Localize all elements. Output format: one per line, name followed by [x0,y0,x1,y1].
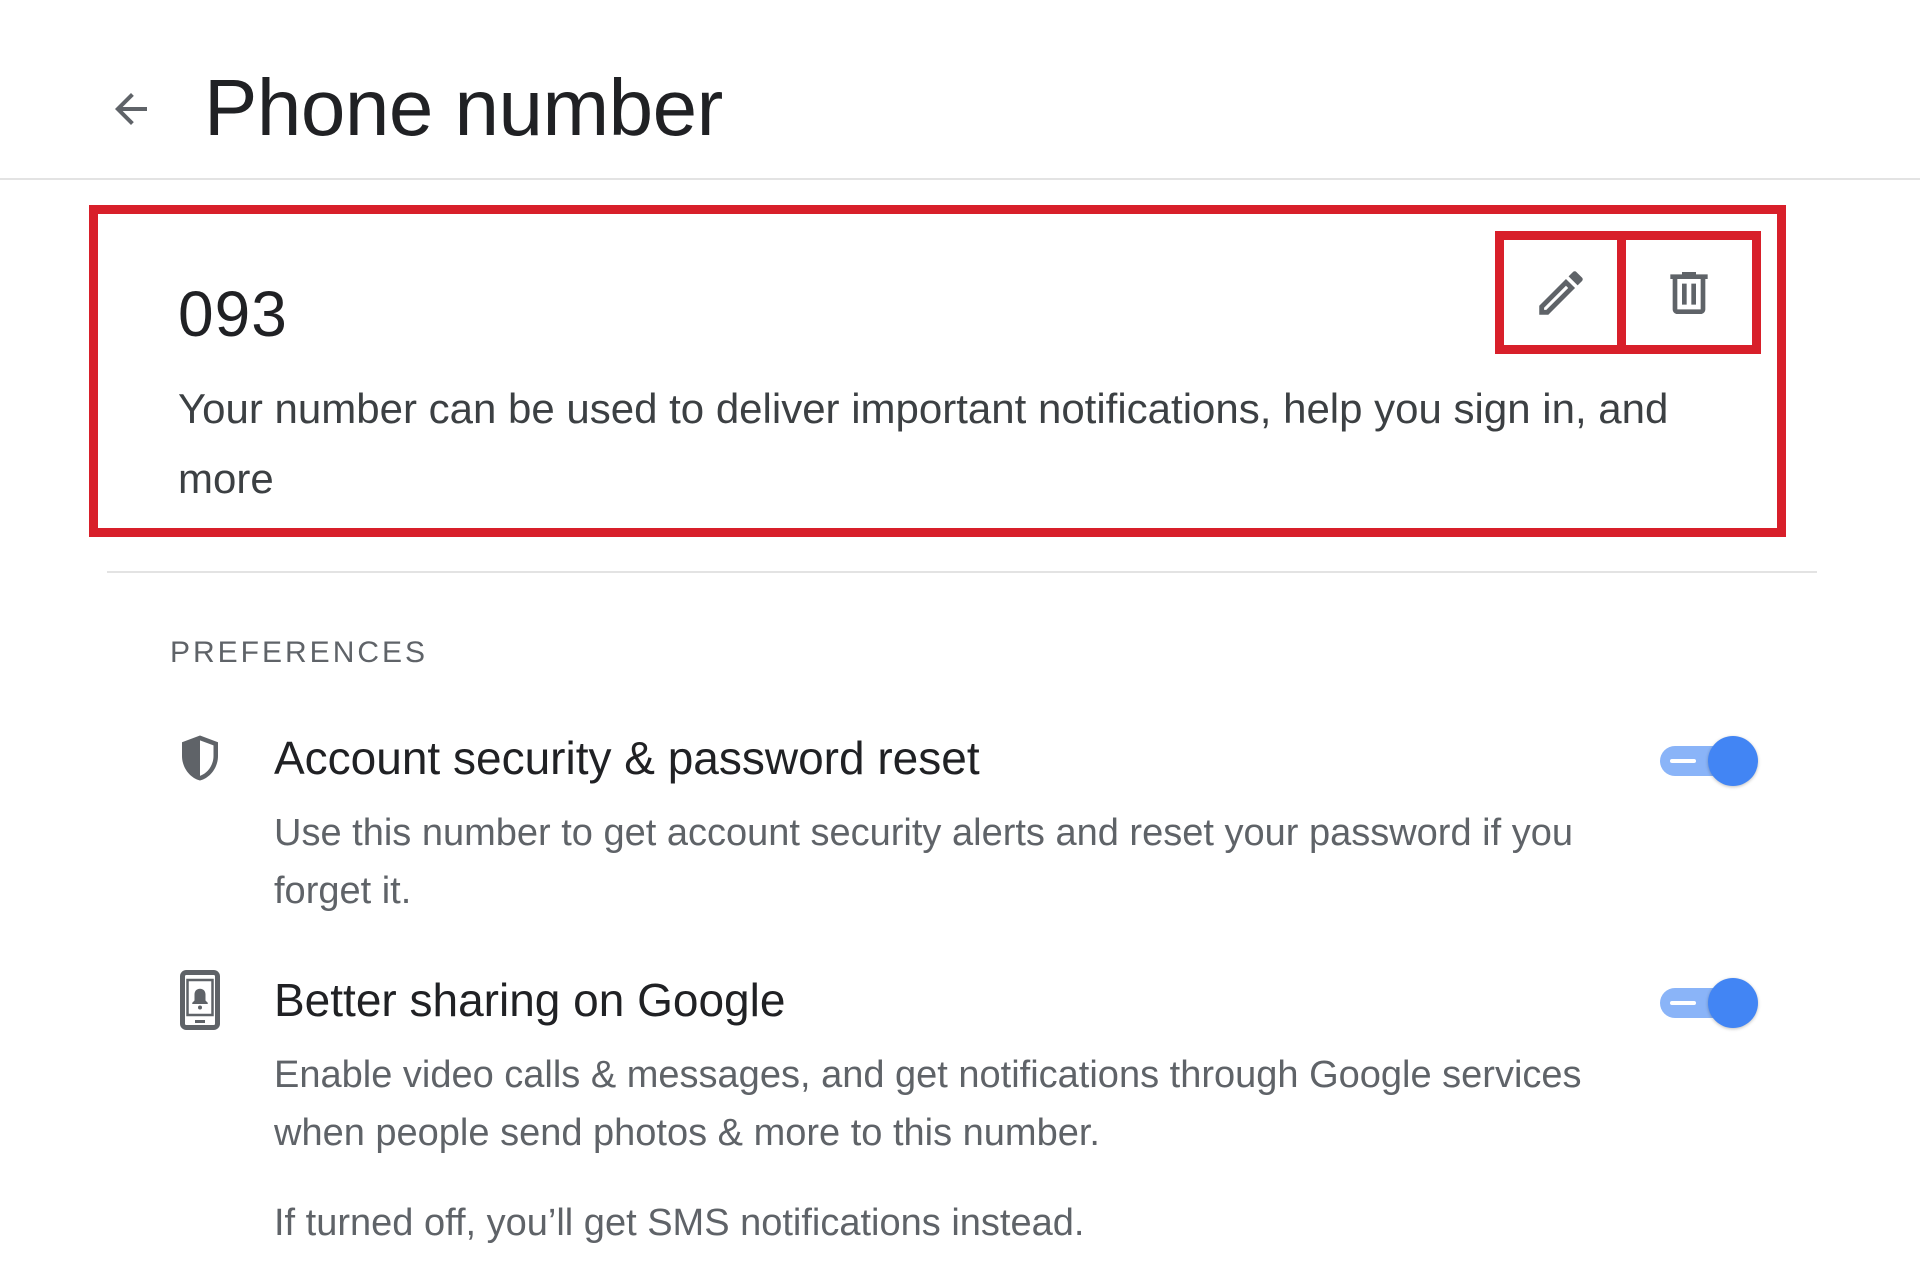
pref-description: Enable video calls & messages, and get n… [274,1054,1582,1154]
toggle-knob [1708,978,1758,1028]
pref-title: Account security & password reset [274,732,980,784]
pref-description: Use this number to get account security … [274,812,1573,912]
phone-number-description: Your number can be used to deliver impor… [178,385,1669,502]
page-header: Phone number [0,0,1920,180]
pref-account-security: Account security & password reset Use th… [170,728,1770,928]
toggle-knob [1708,736,1758,786]
trash-icon [1670,271,1708,314]
toggle-track-line [1670,759,1696,763]
account-security-toggle[interactable] [1660,732,1760,788]
phone-notification-icon [170,970,230,1030]
phone-number-card: 093 Your number can be used to deliver i… [89,205,1786,537]
pencil-icon [1538,270,1583,315]
toggle-track-line [1670,1001,1696,1005]
pref-note: If turned off, you’ll get SMS notificati… [274,1202,1085,1244]
pref-title: Better sharing on Google [274,974,786,1026]
section-divider [107,571,1817,573]
better-sharing-toggle[interactable] [1660,974,1760,1030]
pref-better-sharing: Better sharing on Google Enable video ca… [170,970,1770,1270]
delete-number-button[interactable] [1617,231,1761,354]
back-button[interactable] [100,78,162,140]
arrow-back-icon [115,93,147,125]
edit-number-button[interactable] [1495,231,1626,354]
page-title: Phone number [204,63,723,152]
phone-number-value: 093 [178,278,288,350]
shield-icon [170,728,230,788]
preferences-heading: PREFERENCES [170,636,429,669]
